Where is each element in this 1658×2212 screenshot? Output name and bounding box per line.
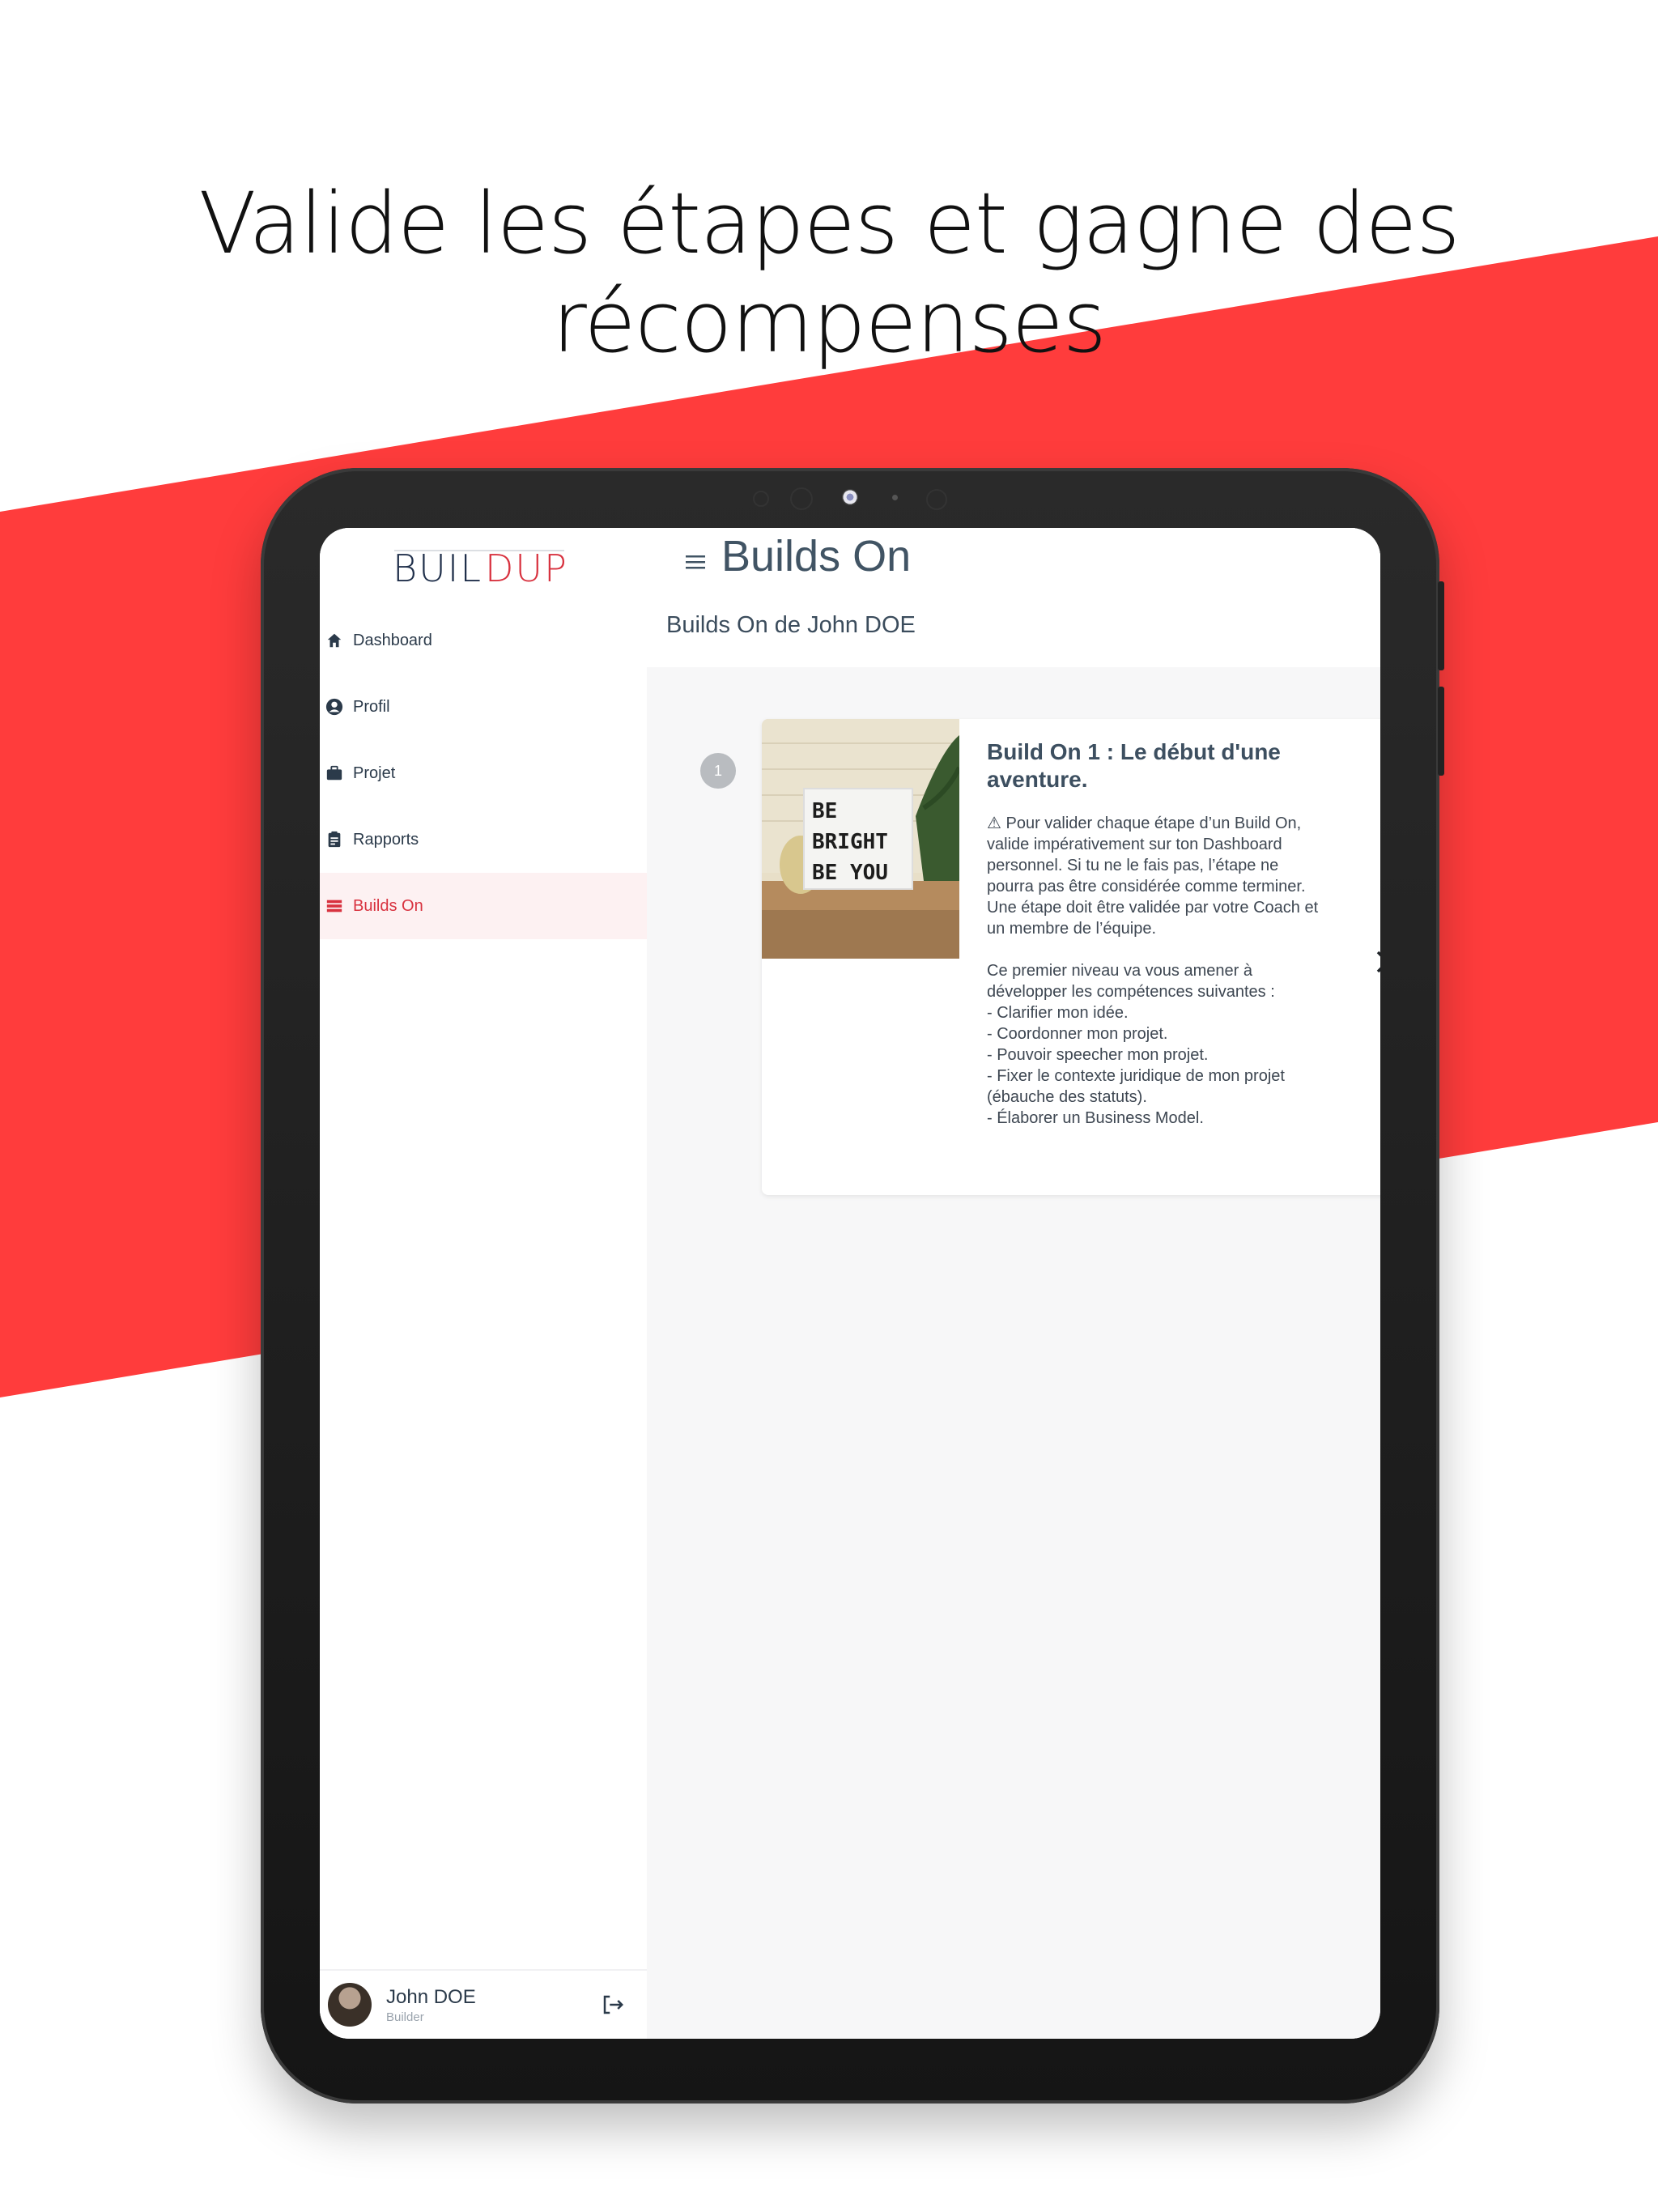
sidebar-item-label: Dashboard	[353, 631, 432, 649]
card-description: ⚠ Pour valider chaque étape d’un Build O…	[987, 815, 1319, 1127]
step-number-badge[interactable]: 1	[700, 753, 736, 789]
lightbox-text: BRIGHT	[812, 830, 888, 854]
sidebar-item-profil[interactable]: Profil	[320, 674, 647, 740]
clipboard-icon	[324, 829, 345, 850]
headline: Valide les étapes et gagne des récompens…	[198, 174, 1460, 372]
hamburger-menu-icon[interactable]	[679, 546, 712, 578]
side-button	[1438, 687, 1444, 776]
page-title: Builds On	[721, 532, 912, 581]
home-icon	[324, 630, 345, 651]
lightbox-photo: BE BRIGHT BE YOU	[762, 719, 959, 959]
sidebar-item-label: Projet	[353, 764, 396, 782]
card-title: Build On 1 : Le début d'une aventure.	[987, 739, 1281, 792]
sidebar-item-label: Builds On	[353, 896, 423, 915]
side-button	[1438, 581, 1444, 670]
lightbox-text: BE	[812, 799, 837, 823]
user-name: John DOE	[386, 1985, 476, 2008]
user-role: Builder	[386, 2010, 424, 2024]
camera-bar	[261, 481, 1439, 513]
sidebar: BUIL DUP Dashboard Profil Projet Rapport…	[320, 528, 648, 2039]
svg-text:BUIL: BUIL	[393, 547, 483, 589]
user-panel: John DOE Builder	[320, 1969, 647, 2039]
build-on-card[interactable]: BE BRIGHT BE YOU Build On 1 : Le début d…	[762, 719, 1380, 1195]
camera-icon	[842, 489, 858, 505]
sensor-icon	[790, 487, 813, 510]
main-content: Builds On Builds On de John DOE 1 BE BRI…	[647, 528, 1380, 2039]
sidebar-item-label: Rapports	[353, 830, 419, 849]
svg-text:DUP: DUP	[485, 547, 568, 589]
sidebar-item-projet[interactable]: Projet	[320, 740, 647, 806]
stack-icon	[324, 895, 345, 917]
sidebar-item-label: Profil	[353, 697, 390, 716]
tablet-frame: BUIL DUP Dashboard Profil Projet Rapport…	[261, 468, 1444, 2104]
avatar[interactable]	[328, 1983, 372, 2027]
lightbox-text: BE YOU	[812, 861, 888, 885]
chevron-right-icon[interactable]	[1371, 946, 1380, 978]
sidebar-item-dashboard[interactable]: Dashboard	[320, 607, 647, 674]
briefcase-icon	[324, 763, 345, 784]
sidebar-nav: Dashboard Profil Projet Rapports Builds …	[320, 607, 647, 939]
sidebar-item-builds-on[interactable]: Builds On	[320, 873, 647, 939]
app-screen: BUIL DUP Dashboard Profil Projet Rapport…	[320, 528, 1380, 2039]
sidebar-item-rapports[interactable]: Rapports	[320, 806, 647, 873]
logout-icon[interactable]	[597, 1989, 629, 2021]
sensor-icon	[892, 495, 898, 500]
sensor-icon	[753, 491, 769, 507]
header: Builds On Builds On de John DOE	[647, 528, 1380, 667]
sensor-icon	[926, 489, 947, 510]
user-circle-icon	[324, 696, 345, 717]
buildup-logo[interactable]: BUIL DUP	[389, 546, 568, 589]
page-subtitle: Builds On de John DOE	[666, 612, 916, 638]
